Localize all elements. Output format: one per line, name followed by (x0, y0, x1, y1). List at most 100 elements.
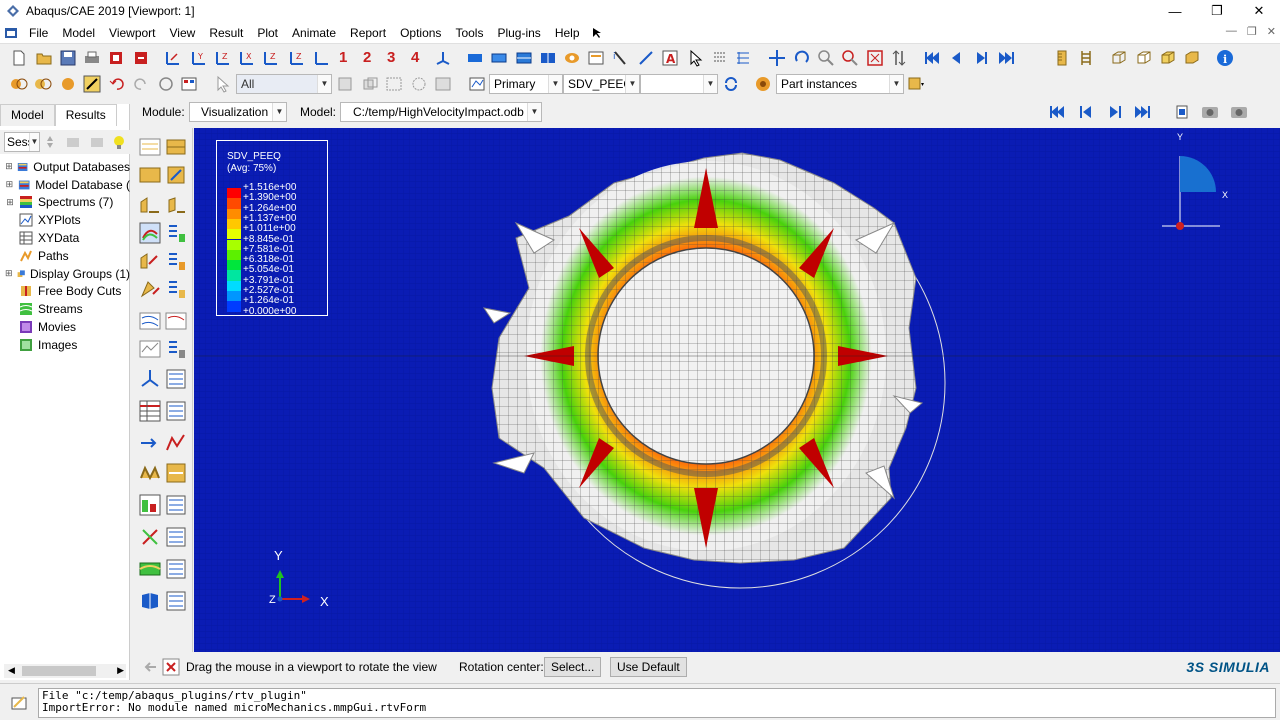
color-code-icon[interactable] (10, 75, 28, 93)
redo-icon[interactable] (132, 75, 150, 93)
auto-fit-icon[interactable] (866, 49, 884, 67)
symbol-options-icon[interactable] (165, 250, 187, 272)
module-combo[interactable]: Visualization ▼ (189, 102, 287, 122)
render-shaded-icon[interactable] (466, 49, 484, 67)
pan-xy-icon[interactable] (164, 49, 182, 67)
query-icon[interactable]: i (611, 49, 629, 67)
first-frame-icon[interactable] (923, 49, 941, 67)
use-default-button[interactable]: Use Default (610, 657, 687, 677)
view-zz-icon[interactable]: Z (288, 49, 306, 67)
viewport[interactable]: SDV_PEEQ (Avg: 75%) +1.516e+00 +1.390e+00… (194, 128, 1280, 652)
scrollbar-thumb[interactable] (22, 666, 96, 676)
expand-icon[interactable]: ⊞ (5, 197, 15, 208)
view-zx-icon[interactable]: X (238, 49, 256, 67)
refresh-icon[interactable] (722, 75, 740, 93)
undo-icon[interactable] (108, 75, 126, 93)
view-cut-manager-icon[interactable] (165, 310, 187, 332)
previous-step-icon[interactable] (1077, 103, 1095, 121)
stream-create-icon[interactable] (139, 462, 161, 484)
cut-icon[interactable] (139, 310, 161, 332)
menu-result[interactable]: Result (202, 26, 250, 40)
session-combo[interactable]: Sess ▼ (4, 132, 40, 152)
mdi-minimize-icon[interactable]: — (1226, 25, 1237, 38)
display-4-button[interactable]: 4 (411, 49, 419, 66)
grid-options-icon[interactable] (734, 49, 752, 67)
cycle-views-icon[interactable] (890, 49, 908, 67)
sort-icon[interactable] (44, 133, 62, 151)
select-group-icon[interactable] (361, 75, 379, 93)
field-output-icon[interactable] (468, 75, 486, 93)
plot-deformed-icon[interactable] (165, 136, 187, 158)
box-zoom-icon[interactable] (841, 49, 859, 67)
message-toggle-icon[interactable] (10, 694, 28, 712)
xy-plot-icon[interactable] (165, 432, 187, 454)
query-tool-icon[interactable] (139, 526, 161, 548)
scroll-right-icon[interactable]: ▶ (117, 665, 124, 676)
animate-icon[interactable] (139, 590, 161, 612)
cube-shaded-icon[interactable] (1159, 49, 1177, 67)
first-step-icon[interactable] (1048, 103, 1066, 121)
export-icon[interactable] (132, 49, 150, 67)
view-manager-icon[interactable] (587, 49, 605, 67)
select-pointer-icon[interactable] (687, 49, 705, 67)
menu-model[interactable]: Model (55, 26, 102, 40)
free-body-plot-icon[interactable] (139, 368, 161, 390)
scroll-left-icon[interactable]: ◀ (8, 665, 15, 676)
previous-frame-icon[interactable] (947, 49, 965, 67)
last-step-icon[interactable] (1133, 103, 1151, 121)
mdi-close-icon[interactable]: ✕ (1267, 25, 1276, 38)
view-xy-icon[interactable]: Y (190, 49, 208, 67)
magnify-icon[interactable] (817, 49, 835, 67)
info-icon[interactable]: i (1216, 49, 1234, 67)
display-group-manager-icon[interactable] (165, 558, 187, 580)
display-3-button[interactable]: 3 (387, 49, 395, 66)
triad-icon[interactable] (434, 49, 452, 67)
plot-contours-icon[interactable] (139, 164, 161, 186)
menu-view[interactable]: View (163, 26, 203, 40)
tree-item-xyplots[interactable]: XYPlots (0, 211, 130, 229)
select-entity-icon[interactable] (336, 75, 354, 93)
tab-model[interactable]: Model (0, 104, 55, 126)
tree-item-output-databases[interactable]: ⊞ Output Databases (0, 158, 130, 176)
import-icon[interactable] (107, 49, 125, 67)
menu-plugins[interactable]: Plug-ins (490, 26, 547, 40)
output-variable-combo[interactable]: SDV_PEEQ ▼ (563, 74, 640, 94)
display-2-button[interactable]: 2 (363, 49, 371, 66)
cube-hidden-icon[interactable] (1135, 49, 1153, 67)
context-help-icon[interactable] (591, 26, 605, 40)
restore-button[interactable]: ❐ (1196, 0, 1238, 22)
display-1-button[interactable]: 1 (339, 49, 347, 66)
render-hidden-icon[interactable] (515, 49, 533, 67)
mdi-restore-icon[interactable]: ❐ (1247, 25, 1257, 38)
render-filled-icon[interactable] (539, 49, 557, 67)
expand-icon[interactable]: ⊞ (5, 179, 14, 190)
view-zy-icon[interactable]: Z (262, 49, 280, 67)
ladder-icon[interactable] (1077, 49, 1095, 67)
rotate-icon[interactable] (793, 49, 811, 67)
reset-colors-icon[interactable] (157, 75, 175, 93)
tree-item-xydata[interactable]: XYData (0, 229, 130, 247)
symbol-plot-icon[interactable] (139, 250, 161, 272)
message-log[interactable]: File "c:/temp/abaqus_plugins/rtv_plugin"… (38, 688, 1276, 718)
model-rendering[interactable] (194, 128, 1280, 652)
tree-item-model-database[interactable]: ⊞ Model Database ( (0, 176, 130, 194)
overlay-plot-icon[interactable] (139, 338, 161, 360)
menu-help[interactable]: Help (548, 26, 587, 40)
free-body-options-icon[interactable] (165, 368, 187, 390)
tree-item-paths[interactable]: Paths (0, 247, 130, 265)
color-code-dialog-icon[interactable] (907, 75, 925, 93)
highlight-icon[interactable] (110, 133, 128, 151)
back-arrow-icon[interactable] (142, 658, 160, 676)
color-manager-icon[interactable] (180, 75, 198, 93)
drag-box-icon[interactable] (385, 75, 403, 93)
contour-plot-icon[interactable] (139, 222, 161, 244)
create-line-icon[interactable] (637, 49, 655, 67)
tab-results[interactable]: Results (54, 104, 117, 126)
selection-options-icon[interactable] (434, 75, 452, 93)
system-menu-icon[interactable] (4, 26, 18, 40)
tree-item-free-body-cuts[interactable]: Free Body Cuts (0, 283, 130, 301)
plot-symbols-icon[interactable] (165, 164, 187, 186)
select-rotation-center-button[interactable]: Select... (544, 657, 602, 677)
color-code-combo[interactable]: Part instances ▼ (776, 74, 904, 94)
stream-manager-icon[interactable] (165, 462, 187, 484)
